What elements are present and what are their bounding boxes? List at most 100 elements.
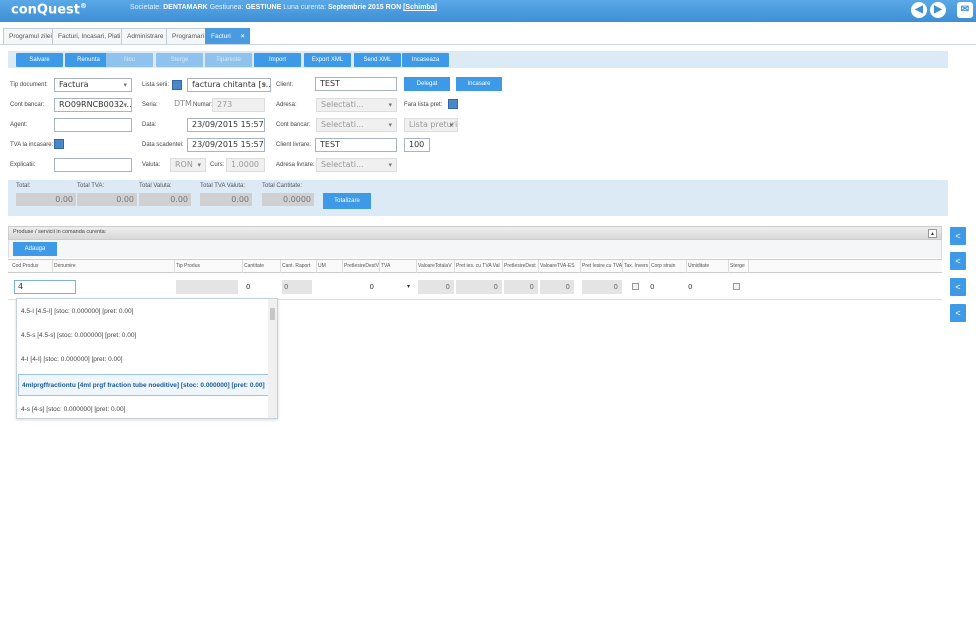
incaseaza-button[interactable]: Incaseaza xyxy=(402,53,449,67)
tab-programul-zilei[interactable]: Programul zilei xyxy=(3,28,58,44)
print-button[interactable]: Tipareste xyxy=(205,53,252,67)
list-item[interactable]: 4.5-s [4.5-s] [stoc: 0.000000] [pret: 0.… xyxy=(18,325,270,347)
column-header[interactable]: Sterge xyxy=(730,263,748,269)
column-header[interactable]: PretIesireDest xyxy=(504,263,538,269)
export-xml-button[interactable]: Export XML xyxy=(304,53,351,67)
column-header[interactable]: ValoareTVA-ES xyxy=(540,263,580,269)
tab-facturi-incasari-plati[interactable]: Facturi, Incasari, Plati xyxy=(52,28,127,44)
mail-icon[interactable]: ✉ xyxy=(957,2,973,18)
seria-value: DTM xyxy=(174,99,192,108)
side-collapse-button[interactable]: < xyxy=(950,227,966,245)
tva-dropdown-icon[interactable]: ▾ xyxy=(380,280,414,294)
lista-serii-checkbox[interactable] xyxy=(172,80,182,90)
side-collapse-button[interactable]: < xyxy=(950,304,966,322)
change-link[interactable]: [Schimba] xyxy=(403,4,437,11)
numar-label: Numar: xyxy=(193,102,213,108)
corp-strain-cell[interactable]: 0 xyxy=(650,280,660,294)
company-info: Societate: DENTAMARK Gestiunea: GESTIUNE… xyxy=(130,4,437,11)
dropdown-scrollbar[interactable] xyxy=(268,299,277,418)
column-divider xyxy=(174,260,175,273)
curs-input: 1.0000 xyxy=(226,158,265,172)
incasare-button[interactable]: Incasare xyxy=(456,77,502,91)
sterge-checkbox[interactable] xyxy=(733,283,740,290)
import-button[interactable]: Import xyxy=(254,53,301,67)
column-header[interactable]: Pret ies. cu TVA Val xyxy=(456,263,502,269)
valuta-select[interactable]: RON xyxy=(170,158,206,172)
adresa-livrare-select[interactable]: Selectati... xyxy=(316,158,397,172)
client-input[interactable]: TEST xyxy=(315,77,397,91)
delegat-button[interactable]: Delegat xyxy=(404,77,450,91)
procent-input[interactable]: 100 xyxy=(404,138,430,152)
total-valuta-value: 0.00 xyxy=(139,193,191,206)
column-header[interactable]: Umiditate xyxy=(688,263,728,269)
agent-input[interactable] xyxy=(54,118,132,132)
data-label: Data: xyxy=(142,122,157,128)
explicatii-input[interactable] xyxy=(54,158,132,172)
side-collapse-button[interactable]: < xyxy=(950,278,966,296)
forward-icon[interactable]: ▶ xyxy=(930,2,946,18)
data-scadenta-input[interactable]: 23/09/2015 15:57:54 xyxy=(187,138,265,152)
column-header[interactable]: Pret Iesire cu TVA xyxy=(582,263,622,269)
column-divider xyxy=(316,260,317,273)
column-header[interactable]: UM xyxy=(318,263,342,269)
new-button[interactable]: Nou xyxy=(106,53,153,67)
tva-incasare-checkbox[interactable] xyxy=(54,139,64,149)
tax-invers-checkbox[interactable] xyxy=(632,283,639,290)
cont-bancar-label: Cont bancar: xyxy=(10,102,45,108)
total-cantitate-label: Total Cantitate: xyxy=(262,183,303,189)
fara-lista-checkbox[interactable] xyxy=(448,99,458,109)
cancel-button[interactable]: Renunta xyxy=(65,53,112,67)
scrollbar-thumb[interactable] xyxy=(270,308,275,320)
cod-produs-input[interactable]: 4 xyxy=(14,280,76,294)
list-item[interactable]: 4-I [4-I] [stoc: 0.000000] [pret: 0.00] xyxy=(18,349,270,371)
tab-bar: Programul zilei Facturi, Incasari, Plati… xyxy=(0,25,976,45)
column-header[interactable]: Denumire xyxy=(54,263,174,269)
save-button[interactable]: Salvare xyxy=(16,53,63,67)
column-header[interactable]: PretIesireDestV xyxy=(344,263,379,269)
column-header[interactable]: Tax. Invers xyxy=(624,263,649,269)
tab-facturi-label: Facturi xyxy=(211,33,231,40)
fara-lista-label: Fara lista pret: xyxy=(404,102,443,108)
column-header[interactable]: Tip Produs xyxy=(176,263,242,269)
tip-produs-cell xyxy=(176,280,238,294)
cont-bancar2-select[interactable]: Selectati... xyxy=(316,118,397,132)
adresa-label: Adresa: xyxy=(276,102,297,108)
column-header[interactable]: ValoareTotalaV xyxy=(418,263,454,269)
column-header[interactable]: Cod Produs xyxy=(12,263,52,269)
side-collapse-button[interactable]: < xyxy=(950,252,966,270)
list-item[interactable]: 4-s [4-s] [stoc: 0.000000] [pret: 0.00] xyxy=(18,399,270,418)
column-header[interactable]: Corp strain xyxy=(651,263,686,269)
tip-document-select[interactable]: Factura xyxy=(54,78,132,92)
lista-serii-select[interactable]: factura chitanta [s... xyxy=(187,78,271,92)
cant-raport-cell: 0 xyxy=(282,280,312,294)
list-item[interactable]: 4.5-I [4.5-I] [stoc: 0.000000] [pret: 0.… xyxy=(18,301,270,323)
collapse-icon[interactable]: ▲ xyxy=(928,229,937,238)
adresa-select[interactable]: Selectati... xyxy=(316,98,397,112)
umiditate-cell[interactable]: 0 xyxy=(688,280,698,294)
grid-column-header: Cod Produs Denumire Tip Produs Cantitate Can… xyxy=(8,259,942,273)
column-header[interactable]: Cant. Raport xyxy=(282,263,316,269)
grid-title-bar: Produse / servicii in comanda curenta: ▲ xyxy=(8,226,942,240)
lista-preturi-select[interactable]: Lista preturi xyxy=(404,118,458,132)
lista-serii-label: Lista serii: xyxy=(142,82,170,88)
data-input[interactable]: 23/09/2015 15:57:54 xyxy=(187,118,265,132)
cont-bancar-select[interactable]: RO09RNCB0032... xyxy=(54,98,132,112)
tab-administrare[interactable]: Administrare xyxy=(121,28,170,44)
pret-iesire-dest-val-cell[interactable]: 0 xyxy=(342,280,378,294)
numar-input: 273 xyxy=(212,98,265,112)
cantitate-cell[interactable]: 0 xyxy=(244,280,280,294)
client-livrare-input[interactable]: TEST xyxy=(315,138,397,152)
add-row-button[interactable]: Adauga xyxy=(13,242,57,256)
app-logo: conQuest® xyxy=(11,2,87,18)
totalizare-button[interactable]: Totalizare xyxy=(323,193,371,209)
tab-close-icon[interactable]: × xyxy=(241,33,245,40)
list-item[interactable]: 4mlprgffractiontu [4ml prgf fraction tub… xyxy=(18,374,270,396)
autocomplete-dropdown: 4.5-I [4.5-I] [stoc: 0.000000] [pret: 0.… xyxy=(16,298,278,419)
tab-programari[interactable]: Programari xyxy=(166,28,211,44)
column-header[interactable]: TVA xyxy=(381,263,416,269)
tab-facturi[interactable]: Facturi × xyxy=(205,28,251,44)
delete-button[interactable]: Sterge xyxy=(156,53,203,67)
send-xml-button[interactable]: Send XML xyxy=(354,53,401,67)
back-icon[interactable]: ◀ xyxy=(911,2,927,18)
column-header[interactable]: Cantitate xyxy=(244,263,280,269)
